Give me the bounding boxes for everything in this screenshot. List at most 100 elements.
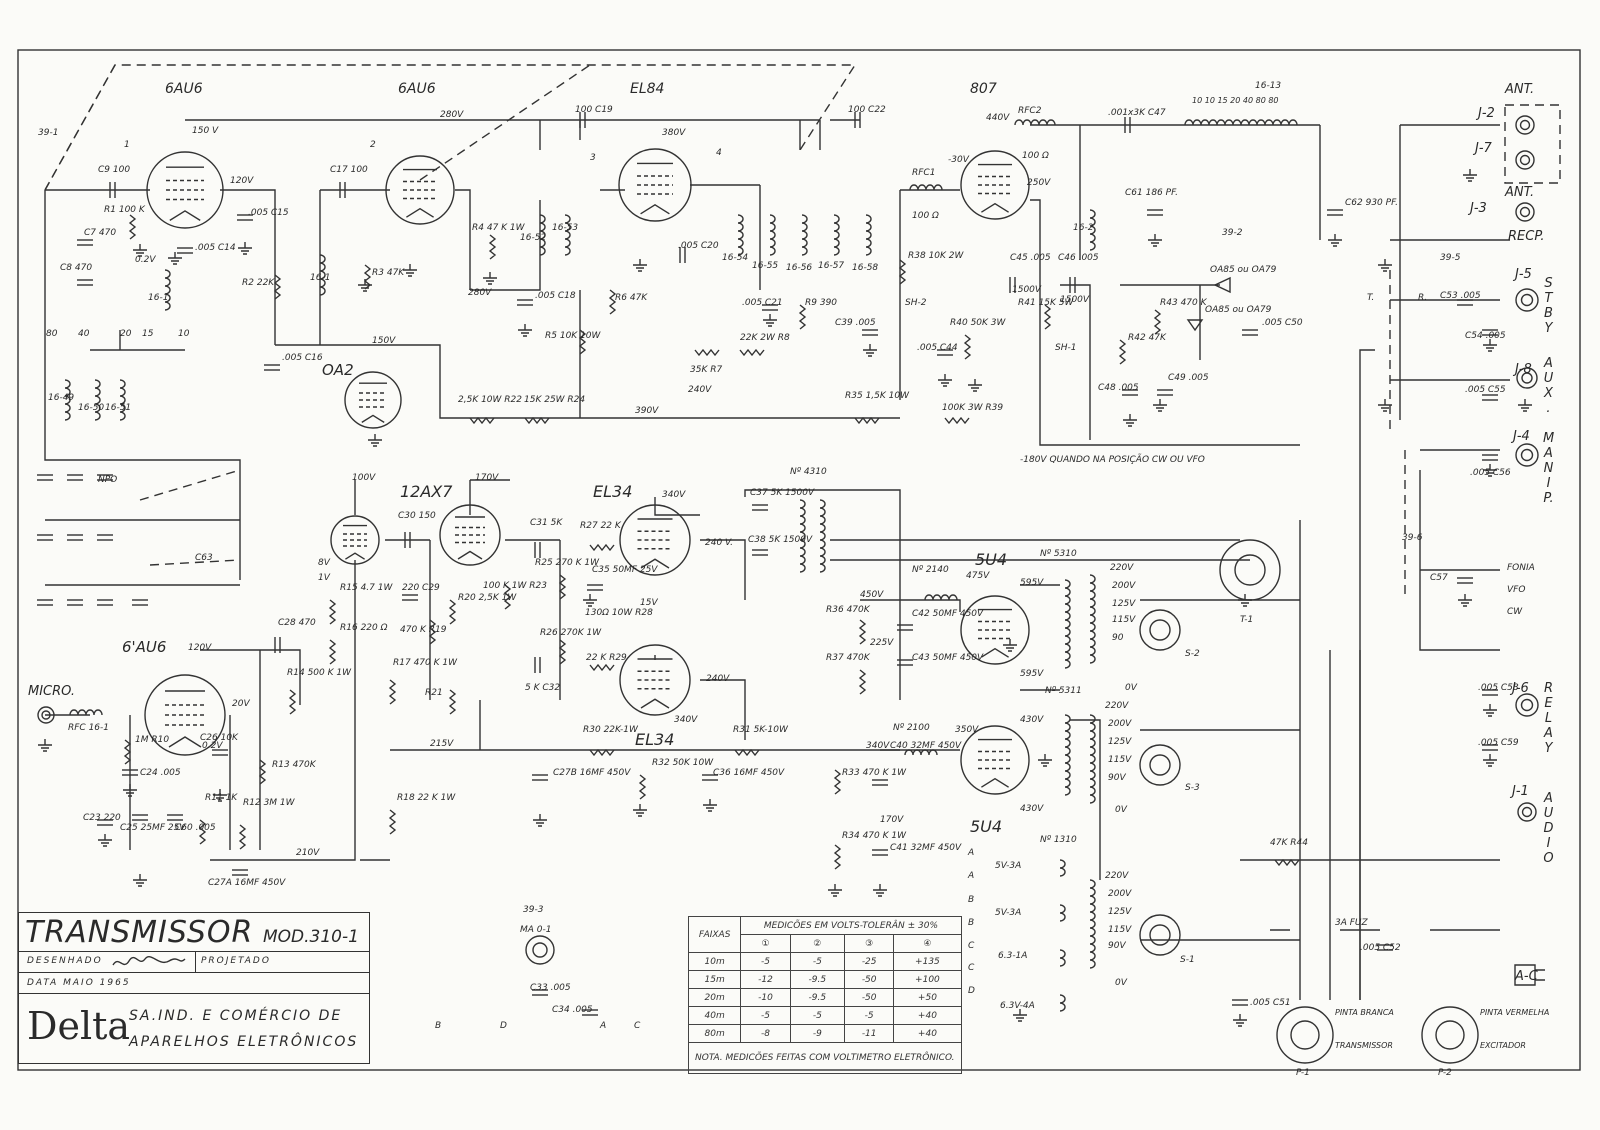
ground	[368, 434, 382, 447]
label-fuz: 3A FUZ	[1335, 918, 1369, 928]
cell: +100	[893, 970, 962, 989]
label-r39: 100K 3W R39	[942, 403, 1003, 413]
label-l162: 16-2	[1073, 223, 1094, 233]
label-e170b: 170V	[880, 815, 904, 825]
heater	[406, 207, 434, 218]
label-e225: 225V	[870, 638, 894, 648]
label-bs15: 15	[142, 329, 154, 339]
label-tap200c: 200V	[1108, 889, 1132, 899]
ground-icon	[168, 252, 182, 265]
label-c54: C54 .005	[1465, 331, 1506, 341]
coil-16-1b	[164, 269, 171, 311]
label-r41: R41 15K 5W	[1018, 298, 1075, 308]
label-c57: C57	[1430, 573, 1448, 583]
label-c45: C45 .005	[1010, 253, 1051, 263]
ground	[1233, 1014, 1247, 1027]
wire	[1359, 239, 1510, 1000]
rfc1-choke	[909, 184, 943, 191]
ground	[1123, 414, 1137, 427]
fil-b	[1059, 904, 1066, 922]
r29	[589, 663, 615, 672]
stby-label: STBY	[1544, 276, 1553, 336]
label-l1658: 16-58	[852, 263, 878, 273]
r36	[858, 619, 867, 645]
label-c44: .005 C44	[917, 343, 958, 353]
ground	[968, 379, 982, 392]
s1-socket-center	[1149, 924, 1171, 946]
label-r35: R35 1,5K 10W	[845, 391, 910, 401]
label-p3: 3	[590, 153, 596, 163]
label-t2100: Nº 2100	[893, 723, 930, 733]
tube-el84	[618, 148, 692, 222]
label-transm: TRANSMISSOR	[1335, 1041, 1393, 1050]
label-e1500a: 1500V	[1012, 285, 1042, 295]
label-rfc1: RFC1	[912, 168, 935, 178]
r7	[694, 348, 720, 357]
r17	[388, 679, 397, 705]
ground	[633, 259, 647, 272]
label-ant1: ANT.	[1504, 82, 1534, 97]
label-r44: 47K R44	[1270, 838, 1308, 848]
ground	[1463, 169, 1477, 182]
r1	[128, 214, 137, 240]
wire	[90, 330, 185, 351]
cell: +40	[893, 1006, 962, 1025]
ground	[703, 799, 717, 812]
wire	[579, 184, 761, 418]
label-r29: 22 K R29	[586, 653, 627, 663]
label-e170: 170V	[475, 473, 499, 483]
cell: -8	[740, 1024, 791, 1043]
measurements-table: FAIXAS MEDICÕES EM VOLTS-TOLERÂN ± 30% ①…	[687, 916, 962, 1074]
ground-icon	[1378, 259, 1392, 272]
wires	[44, 64, 1510, 1000]
col-2: ②	[789, 934, 846, 953]
label-t1310: Nº 1310	[1040, 835, 1077, 845]
ground-icon	[38, 739, 52, 752]
ground	[168, 252, 182, 265]
label-pinta_v: PINTA VERMELHA	[1480, 1008, 1549, 1017]
label-pp1: P-1	[1296, 1068, 1310, 1078]
label-c15: .005 C15	[248, 208, 289, 218]
r30	[589, 748, 615, 757]
label-j5: J-5	[1512, 267, 1532, 282]
r39	[944, 416, 970, 425]
label-e340: 340V	[662, 490, 686, 500]
label-e390: 390V	[635, 406, 659, 416]
label-e15: 15V	[640, 598, 658, 608]
label-c24: C24 .005	[140, 768, 181, 778]
ground	[1483, 704, 1497, 717]
cell: +135	[893, 952, 962, 971]
label-r15: R15 4.7 1W	[340, 583, 393, 593]
wire	[1240, 520, 1500, 1000]
band: 20m	[687, 988, 742, 1007]
c31	[534, 542, 541, 558]
r15	[328, 599, 337, 625]
label-r24: 15K 25W R24	[524, 395, 585, 405]
label-s391: 39-1	[38, 128, 58, 138]
label-c47: .001x3K C47	[1108, 108, 1166, 118]
label-tap200b: 200V	[1108, 719, 1132, 729]
heater	[981, 647, 1009, 658]
label-fc1: C	[968, 941, 975, 951]
label-c27b: C27B 16MF 450V	[553, 768, 631, 778]
model-number: MOD.310-1	[263, 927, 359, 947]
label-fil1: 5V-3A	[995, 861, 1021, 871]
label-fonia: FONIA	[1507, 563, 1535, 573]
j4-connector	[1515, 443, 1539, 467]
measurements-header: MEDICÕES EM VOLTS-TOLERÂN ± 30%	[740, 916, 962, 935]
ground	[1483, 754, 1497, 767]
c4	[67, 474, 83, 481]
ground-icon	[1483, 754, 1497, 767]
label-c23: C23 220	[83, 813, 121, 823]
label-r7: 35K R7	[690, 365, 722, 375]
s3-socket	[1139, 744, 1181, 786]
label-r26: R26 270K 1W	[540, 628, 602, 638]
label-r2: R2 22K	[242, 278, 275, 288]
label-r5: R5 10K 10W	[545, 331, 602, 341]
c61	[1147, 209, 1163, 216]
label-npo: NPO	[98, 475, 117, 485]
label-sh2: SH-2	[905, 298, 927, 308]
relay-label: RELAY	[1543, 681, 1554, 756]
label-ant2: ANT.	[1504, 185, 1534, 200]
c51	[1232, 999, 1248, 1006]
